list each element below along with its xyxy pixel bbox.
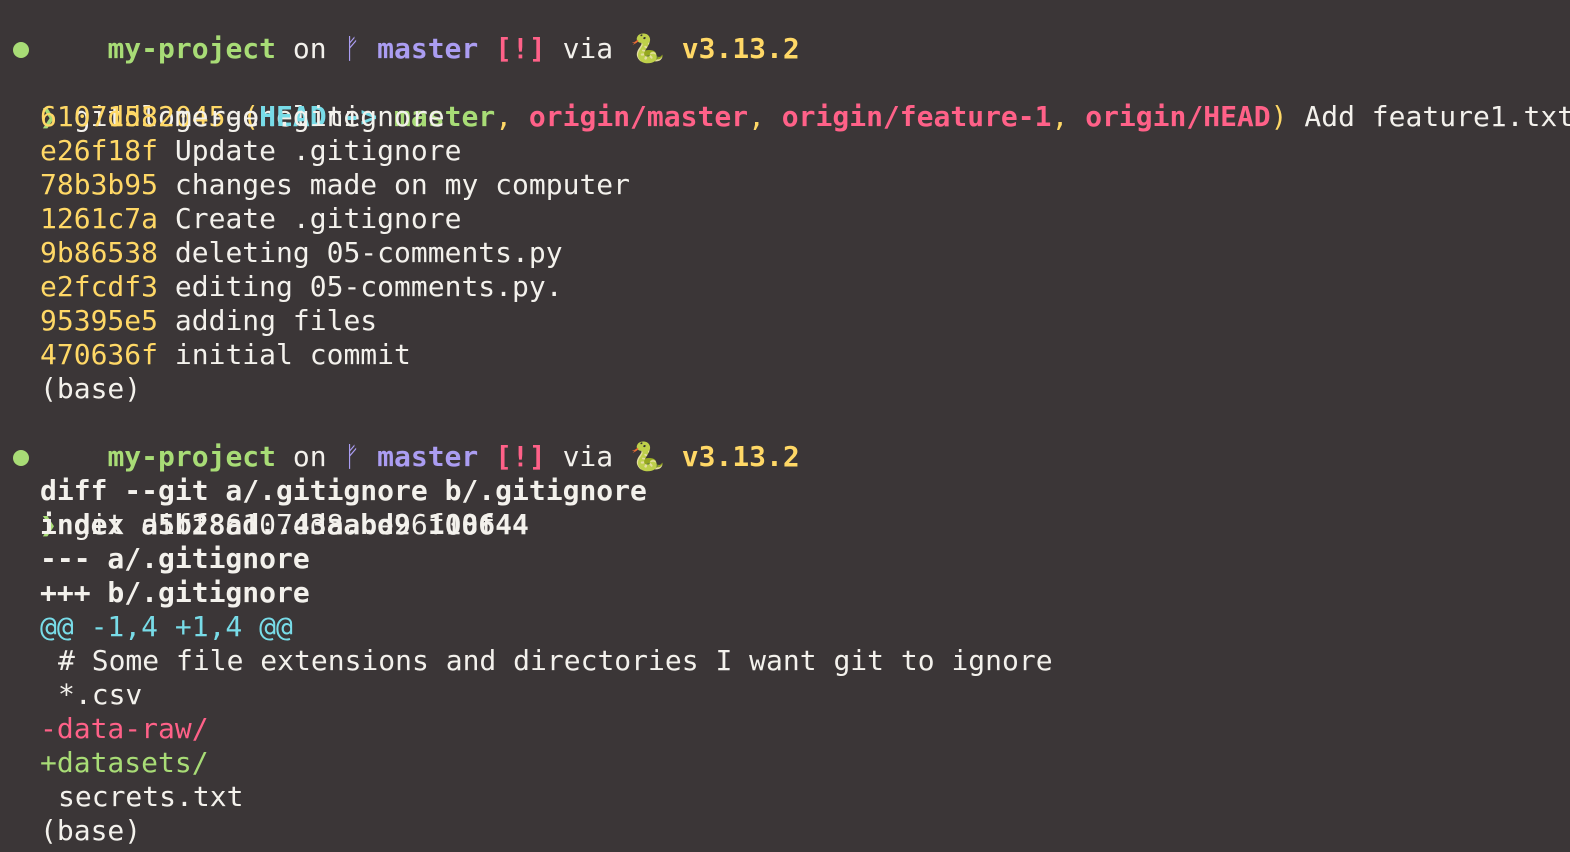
remote-ref: origin/master — [528, 100, 749, 133]
log-line: 1261c7a Create .gitignore — [40, 202, 461, 236]
commit-message: editing 05-comments.py. — [158, 270, 563, 303]
diff-old-file: --- a/.gitignore — [40, 542, 310, 575]
prompt-line: my-project on ᚠ master [!] via 🐍 v3.13.2 — [40, 0, 799, 65]
ref-separator: , — [495, 100, 529, 133]
status-dot-icon — [13, 42, 29, 58]
log-line: 78b3b95 changes made on my computer — [40, 168, 630, 202]
diff-added-line: +datasets/ — [40, 746, 209, 779]
diff-hunk-header: @@ -1,4 +1,4 @@ — [40, 610, 293, 643]
remote-ref: origin/feature-1 — [781, 100, 1052, 133]
commit-hash: 6107dd8 — [40, 100, 159, 133]
log-line: 6107dd8 merge .gitignore — [40, 100, 445, 134]
commit-hash: e26f18f — [40, 134, 159, 167]
status-dot-icon — [13, 450, 29, 466]
commit-hash: 78b3b95 — [40, 168, 159, 201]
ref-separator: , — [1051, 100, 1086, 133]
command-line: ❯ git log --oneline — [0, 32, 1570, 133]
diff-index: index a5b28ad..43aabd9 100644 — [40, 508, 529, 541]
commit-hash: 1261c7a — [40, 202, 159, 235]
log-line-head: 1532045 (HEAD -> master, origin/master, … — [40, 66, 1570, 133]
diff-header: diff --git a/.gitignore b/.gitignore — [40, 474, 647, 507]
ref-separator: , — [748, 100, 782, 133]
prompt-line: my-project on ᚠ master [!] via 🐍 v3.13.2 — [40, 406, 799, 473]
commit-message: initial commit — [158, 338, 411, 371]
log-line: e2fcdf3 editing 05-comments.py. — [40, 270, 563, 304]
log-line: 470636f initial commit — [40, 338, 411, 372]
commit-hash: 9b86538 — [40, 236, 159, 269]
ref-paren-close: ) — [1270, 100, 1288, 133]
commit-hash: e2fcdf3 — [40, 270, 159, 303]
diff-context-line: secrets.txt — [58, 780, 244, 813]
commit-message: Update .gitignore — [158, 134, 462, 167]
diff-context-line: # Some file extensions and directories I… — [58, 644, 1053, 677]
conda-env-label: (base) — [40, 372, 142, 405]
diff-context-line: *.csv — [58, 678, 143, 711]
commit-message: Create .gitignore — [158, 202, 462, 235]
command-line: ❯ git diff 6107dd8..e26f18f — [0, 440, 1570, 541]
commit-message: merge .gitignore — [158, 100, 445, 133]
log-line: e26f18f Update .gitignore — [40, 134, 461, 168]
commit-hash: 95395e5 — [40, 304, 159, 337]
terminal-window[interactable]: my-project on ᚠ master [!] via 🐍 v3.13.2… — [0, 0, 1570, 852]
commit-message: adding files — [158, 304, 378, 337]
log-line: 95395e5 adding files — [40, 304, 377, 338]
diff-removed-line: -data-raw/ — [40, 712, 209, 745]
commit-message: Add feature1.txt — [1287, 100, 1570, 133]
remote-ref: origin/HEAD — [1085, 100, 1271, 133]
commit-message: deleting 05-comments.py — [158, 236, 563, 269]
commit-message: changes made on my computer — [158, 168, 631, 201]
diff-new-file: +++ b/.gitignore — [40, 576, 310, 609]
log-line: 9b86538 deleting 05-comments.py — [40, 236, 563, 270]
conda-env-label: (base) — [40, 814, 142, 847]
commit-hash: 470636f — [40, 338, 159, 371]
